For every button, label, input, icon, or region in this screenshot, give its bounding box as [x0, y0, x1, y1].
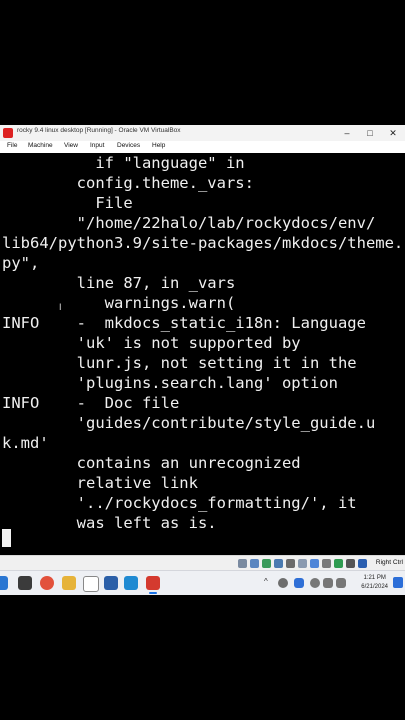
virtualbox-app-icon	[3, 128, 13, 138]
terminal-line: config.theme._vars:	[2, 174, 254, 192]
terminal-line: File	[2, 194, 133, 212]
audio-icon[interactable]	[262, 559, 271, 568]
app-icon-terminal[interactable]	[104, 576, 118, 590]
display-icon[interactable]	[310, 559, 319, 568]
mouse-integration-icon[interactable]	[346, 559, 355, 568]
terminal-output[interactable]: if "language" in config.theme._vars: Fil…	[0, 153, 405, 555]
minimize-button[interactable]: –	[336, 125, 358, 141]
windows-taskbar: ^ 1:21 PM 6/21/2024	[0, 570, 405, 595]
menu-view[interactable]: View	[64, 142, 78, 149]
terminal-line: INFO - Doc file	[2, 394, 180, 412]
clock-time: 1:21 PM	[363, 575, 386, 581]
terminal-block-cursor	[2, 529, 11, 547]
vm-status-bar: Right Ctrl	[0, 555, 405, 571]
network-icon[interactable]	[274, 559, 283, 568]
shared-folders-icon[interactable]	[298, 559, 307, 568]
mouse-ibeam-cursor: I	[59, 302, 62, 312]
title-bar[interactable]: rocky 9.4 linux desktop [Running] - Orac…	[0, 125, 405, 142]
keyboard-icon[interactable]	[358, 559, 367, 568]
terminal-line: 'plugins.search.lang' option	[2, 374, 338, 392]
terminal-line: k.md'	[2, 434, 49, 452]
terminal-line: line 87, in _vars	[2, 274, 236, 292]
video-capture-icon[interactable]	[322, 559, 331, 568]
active-app-indicator	[149, 592, 157, 594]
vscode-icon[interactable]	[124, 576, 138, 590]
terminal-line: INFO - mkdocs_static_i18n: Language	[2, 314, 366, 332]
menu-input[interactable]: Input	[90, 142, 104, 149]
window-title: rocky 9.4 linux desktop [Running] - Orac…	[17, 127, 181, 134]
app-icon-github[interactable]	[18, 576, 32, 590]
terminal-line: contains an unrecognized	[2, 454, 301, 472]
taskbar-clock[interactable]: 1:21 PM 6/21/2024	[361, 574, 388, 592]
tray-app-icon[interactable]	[278, 578, 288, 588]
maximize-button[interactable]: □	[359, 125, 381, 141]
menu-file[interactable]: File	[7, 142, 17, 149]
volume-icon[interactable]	[323, 578, 333, 588]
close-button[interactable]: ✕	[382, 125, 404, 141]
hard-disk-icon[interactable]	[238, 559, 247, 568]
terminal-line: warnings.warn(	[2, 294, 236, 312]
virtualbox-window: rocky 9.4 linux desktop [Running] - Orac…	[0, 125, 405, 571]
virtualbox-taskbar-icon[interactable]	[146, 576, 160, 590]
cpu-activity-icon[interactable]	[334, 559, 343, 568]
terminal-line: "/home/22halo/lab/rockydocs/env/	[2, 214, 376, 232]
terminal-line: was left as is.	[2, 514, 217, 532]
menu-help[interactable]: Help	[152, 142, 165, 149]
notifications-icon[interactable]	[393, 577, 403, 588]
optical-drive-icon[interactable]	[250, 559, 259, 568]
terminal-line: 'guides/contribute/style_guide.u	[2, 414, 376, 432]
chrome-icon[interactable]	[40, 576, 54, 590]
menu-bar: File Machine View Input Devices Help	[0, 141, 405, 153]
menu-devices[interactable]: Devices	[117, 142, 140, 149]
usb-icon[interactable]	[286, 559, 295, 568]
menu-machine[interactable]: Machine	[28, 142, 53, 149]
app-icon-box[interactable]	[83, 576, 99, 592]
terminal-line: 'uk' is not supported by	[2, 334, 301, 352]
terminal-line: relative link	[2, 474, 198, 492]
wifi-icon[interactable]	[310, 578, 320, 588]
clock-date: 6/21/2024	[361, 584, 388, 590]
tray-app-icon-2[interactable]	[294, 578, 304, 588]
terminal-line: if "language" in	[2, 154, 245, 172]
terminal-line: '../rockydocs_formatting/', it	[2, 494, 357, 512]
terminal-line: lunr.js, not setting it in the	[2, 354, 357, 372]
terminal-line: py",	[2, 254, 40, 272]
tray-overflow-icon[interactable]: ^	[264, 577, 268, 586]
battery-icon[interactable]	[336, 578, 346, 588]
start-icon[interactable]	[0, 576, 8, 590]
file-explorer-icon[interactable]	[62, 576, 76, 590]
host-key-label: Right Ctrl	[375, 559, 403, 566]
terminal-line: lib64/python3.9/site-packages/mkdocs/the…	[2, 234, 404, 252]
